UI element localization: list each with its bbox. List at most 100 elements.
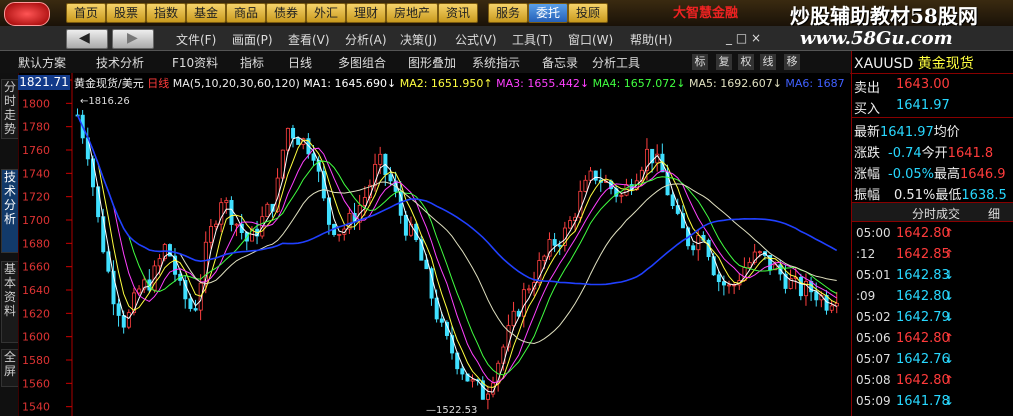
y-tick-label: 1760: [22, 144, 50, 157]
menu-item-4[interactable]: 决策(J): [400, 31, 437, 48]
toolbar-toggle-2[interactable]: 权: [738, 54, 754, 70]
avg-label: 均价: [933, 125, 960, 140]
ma3-value: MA3: 1655.442↓: [496, 77, 590, 89]
toolbar-toggle-1[interactable]: 复: [716, 54, 732, 70]
left-tab-3[interactable]: 全屏: [1, 349, 19, 387]
nav-item-12[interactable]: 投顾: [568, 3, 608, 23]
menu-item-6[interactable]: 工具(T): [512, 31, 553, 48]
toolbar-item-5[interactable]: 多图组合: [338, 54, 386, 71]
change-value: -0.74: [888, 146, 922, 161]
tick-price: 1642.85: [896, 247, 950, 262]
menu-item-2[interactable]: 查看(V): [288, 31, 330, 48]
candle-body: [460, 368, 465, 375]
tick-row: 05:02 1642.79 ↓: [852, 307, 1013, 329]
toolbar-item-4[interactable]: 日线: [288, 54, 312, 71]
candle-body: [691, 245, 696, 251]
toolbar-item-7[interactable]: 系统指示: [472, 54, 520, 71]
kline-chart[interactable]: 1820180017801760174017201700168016601640…: [18, 73, 850, 416]
toolbar-toggle-4[interactable]: 移: [784, 54, 800, 70]
nav-item-6[interactable]: 外汇: [306, 3, 346, 23]
tick-price: 1642.80: [896, 331, 950, 346]
nav-item-9[interactable]: 资讯: [438, 3, 478, 23]
nav-item-7[interactable]: 理财: [346, 3, 386, 23]
toolbar-item-0[interactable]: 默认方案: [18, 54, 66, 71]
tick-price: 1641.78: [896, 394, 950, 409]
menu-item-0[interactable]: 文件(F): [176, 31, 216, 48]
toolbar-toggle-0[interactable]: 标: [692, 54, 708, 70]
candle-body: [337, 233, 342, 236]
tick-time: 05:01: [856, 268, 891, 282]
tick-row: :12 1642.85 ↑: [852, 244, 1013, 266]
tick-row: 05:09 1641.78 ↓: [852, 391, 1013, 413]
nav-item-0[interactable]: 首页: [66, 3, 106, 23]
menu-item-5[interactable]: 公式(V): [455, 31, 497, 48]
toolbar-item-2[interactable]: F10资料: [172, 54, 218, 71]
candle-body: [296, 137, 301, 145]
candle-body: [403, 214, 408, 236]
sell-price: 1643.00: [896, 77, 950, 92]
amp-value: 0.51%: [894, 188, 936, 203]
toolbar-item-8[interactable]: 备忘录: [542, 54, 578, 71]
tab-detail[interactable]: 细: [988, 205, 1000, 222]
candle-body: [265, 203, 270, 218]
tick-time: 05:06: [856, 331, 891, 345]
nav-item-11[interactable]: 委托: [528, 3, 568, 23]
left-tab-1[interactable]: 技术分析: [1, 169, 19, 253]
pct-value: -0.05%: [888, 167, 935, 182]
toolbar-toggle-3[interactable]: 线: [760, 54, 776, 70]
candle-body: [727, 284, 732, 287]
toolbar-item-1[interactable]: 技术分析: [96, 54, 144, 71]
nav-item-1[interactable]: 股票: [106, 3, 146, 23]
candle-body: [96, 186, 101, 218]
left-tab-2[interactable]: 基本资料: [1, 261, 19, 343]
tick-time: 05:09: [856, 394, 891, 408]
candle-body: [388, 174, 393, 182]
low-label: 最低: [935, 188, 962, 203]
tick-row: 05:06 1642.80 ↑: [852, 328, 1013, 350]
candle-body: [470, 379, 475, 382]
menu-item-1[interactable]: 画面(P): [232, 31, 273, 48]
tick-time: 05:00: [856, 226, 891, 240]
candle-body: [224, 200, 229, 204]
amp-label: 振幅: [854, 188, 881, 203]
open-label: 今开: [921, 146, 948, 161]
candle-body: [126, 312, 131, 328]
watermark-url: www.58Gu.com: [800, 28, 953, 49]
tick-price: 1642.79: [896, 310, 950, 325]
y-tick-label: 1680: [22, 237, 50, 250]
toolbar-item-9[interactable]: 分析工具: [592, 54, 640, 71]
candle-body: [285, 127, 290, 151]
nav-item-4[interactable]: 商品: [226, 3, 266, 23]
toolbar-item-3[interactable]: 指标: [240, 54, 264, 71]
candle-body: [208, 226, 213, 243]
nav-item-5[interactable]: 债券: [266, 3, 306, 23]
menu-item-8[interactable]: 帮助(H): [630, 31, 672, 48]
down-arrow-icon: ↓: [944, 352, 955, 366]
latest-price: 1641.97: [880, 125, 934, 140]
buy-price: 1641.97: [896, 98, 950, 113]
window-controls-icon[interactable]: _ □ ×: [726, 31, 761, 45]
toolbar-item-6[interactable]: 图形叠加: [408, 54, 456, 71]
down-arrow-icon: ↓: [944, 394, 955, 408]
nav-item-2[interactable]: 指数: [146, 3, 186, 23]
tick-row: 05:00 1642.80 ↑: [852, 223, 1013, 245]
nav-item-8[interactable]: 房地产: [386, 3, 438, 23]
y-tick-label: 1700: [22, 214, 50, 227]
y-tick-label: 1600: [22, 331, 50, 344]
nav-item-10[interactable]: 服务: [488, 3, 528, 23]
back-button[interactable]: ◀: [66, 29, 108, 49]
low-value-right: 1638.5: [961, 188, 1007, 203]
candle-body: [311, 153, 316, 161]
ma1-value: MA1: 1645.690↓: [303, 77, 397, 89]
latest-label: 最新: [854, 125, 881, 140]
period-label: 日线: [147, 77, 170, 89]
menu-item-3[interactable]: 分析(A): [345, 31, 387, 48]
nav-item-3[interactable]: 基金: [186, 3, 226, 23]
menu-item-7[interactable]: 窗口(W): [568, 31, 613, 48]
tick-row: 05:08 1642.80 ↑: [852, 370, 1013, 392]
tab-tick-trades[interactable]: 分时成交: [912, 205, 960, 222]
high-label: 最高: [934, 167, 961, 182]
watermark-text: 炒股辅助教材58股网: [790, 4, 978, 28]
left-tab-0[interactable]: 分时走势: [1, 79, 19, 139]
forward-button[interactable]: ▶: [112, 29, 154, 49]
